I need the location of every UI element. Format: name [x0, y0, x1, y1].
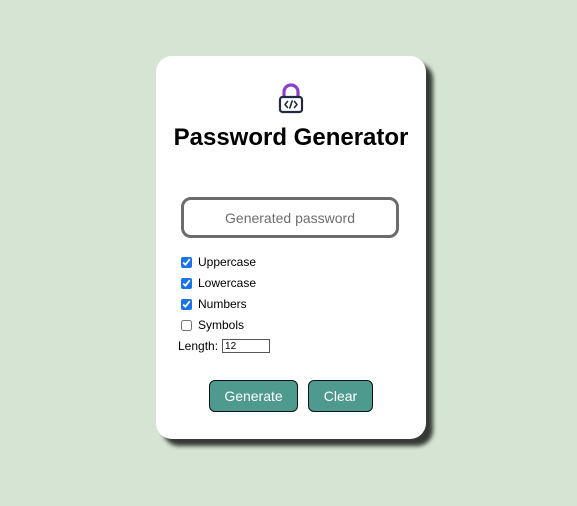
clear-button[interactable]: Clear	[308, 380, 373, 412]
lowercase-checkbox[interactable]	[181, 277, 192, 289]
lowercase-label: Lowercase	[198, 276, 257, 290]
uppercase-label: Uppercase	[198, 255, 257, 269]
generated-password-field[interactable]	[181, 197, 399, 238]
symbols-label: Symbols	[198, 318, 245, 332]
option-symbols[interactable]: Symbols	[180, 317, 244, 333]
symbols-checkbox[interactable]	[181, 319, 192, 331]
lock-code-icon	[278, 83, 304, 114]
option-lowercase[interactable]: Lowercase	[180, 275, 256, 291]
numbers-label: Numbers	[198, 297, 247, 311]
uppercase-checkbox[interactable]	[181, 256, 192, 268]
length-label: Length:	[178, 339, 219, 353]
option-numbers[interactable]: Numbers	[180, 296, 247, 312]
length-row: Length:	[178, 338, 271, 354]
option-uppercase[interactable]: Uppercase	[180, 254, 256, 270]
password-generator-card: Password Generator Uppercase Lowercase N…	[156, 56, 426, 439]
length-input[interactable]	[222, 339, 271, 353]
page-title: Password Generator	[173, 124, 409, 151]
numbers-checkbox[interactable]	[181, 298, 192, 310]
generate-button[interactable]: Generate	[209, 380, 298, 412]
